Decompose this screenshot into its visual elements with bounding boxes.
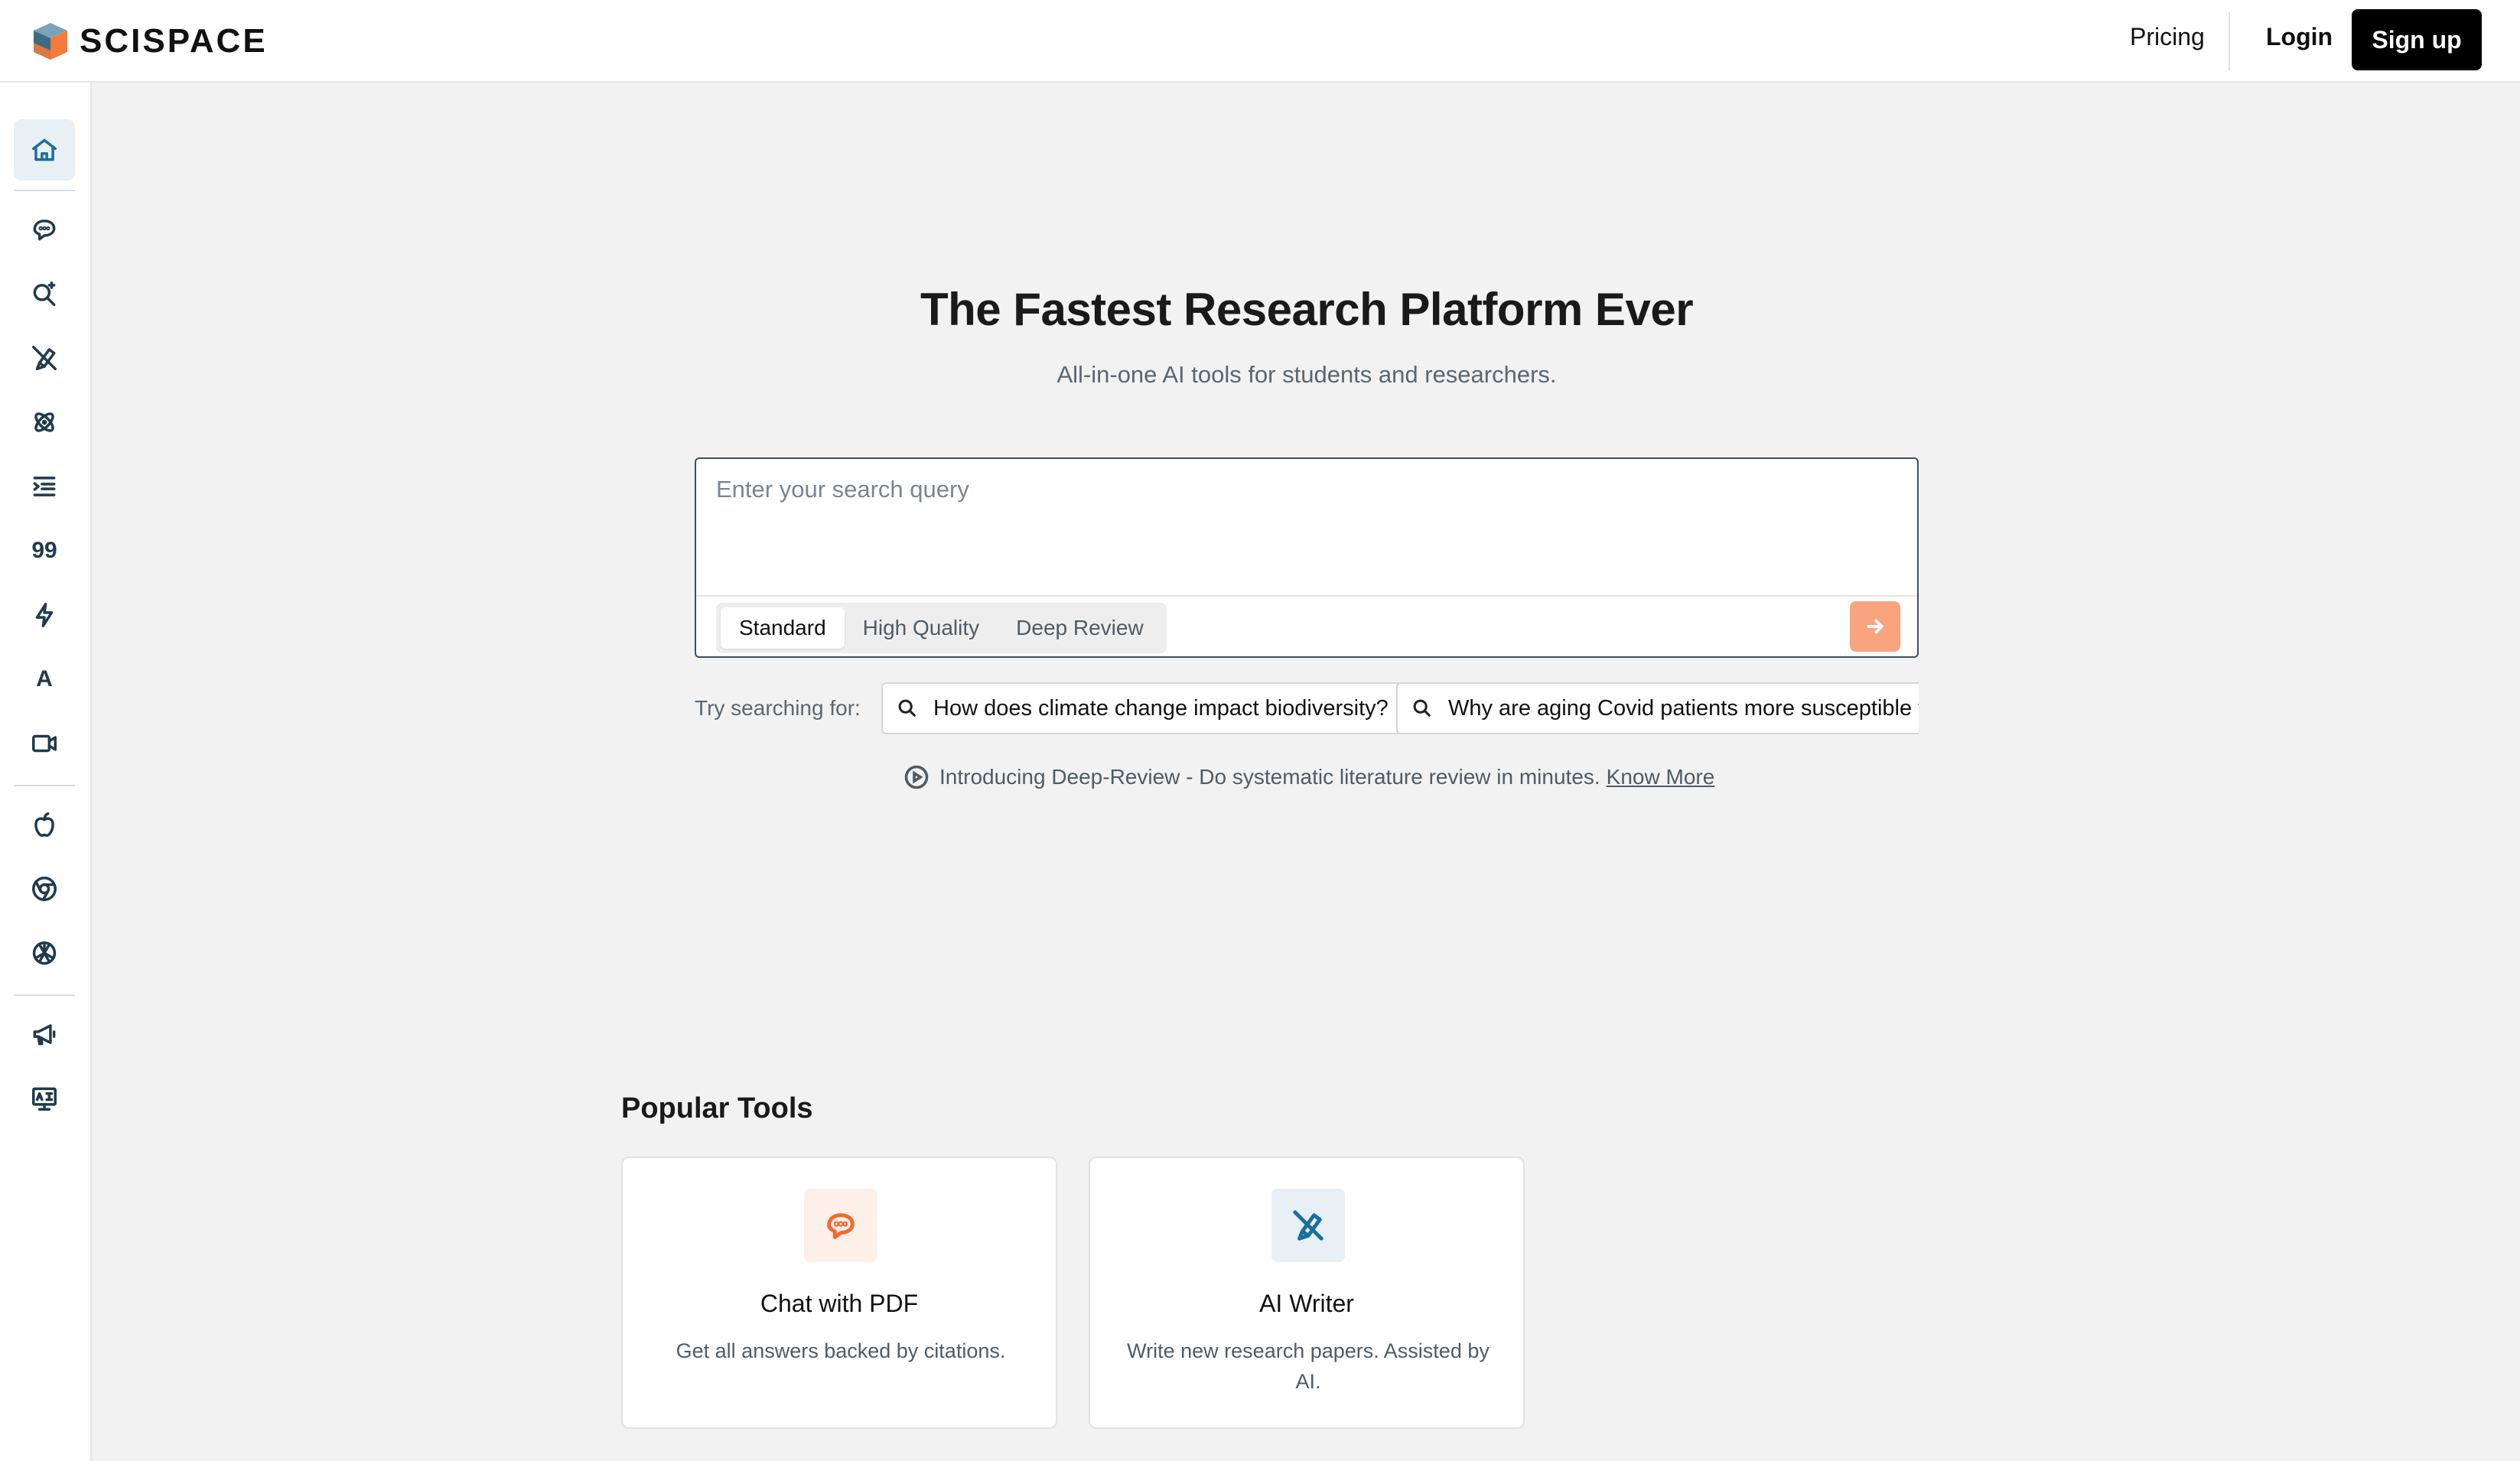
bolt-icon: [35, 603, 54, 627]
tool-description: Get all answers backed by citations.: [676, 1339, 1006, 1362]
pen-icon: [1293, 1210, 1323, 1241]
try-searching-label: Try searching for:: [695, 696, 861, 720]
sidebar-item-ios-app[interactable]: [14, 794, 75, 855]
chrome-icon: [32, 877, 57, 901]
top-navigation-bar: SCISPACE Pricing Login Sign up: [0, 0, 2520, 83]
pricing-link[interactable]: Pricing: [2130, 23, 2205, 51]
sidebar-divider: [14, 190, 75, 191]
page-subtitle: All-in-one AI tools for students and res…: [1057, 361, 1557, 388]
megaphone-icon: [33, 1024, 56, 1046]
tool-card-ai-writer[interactable]: AI Writer Write new research papers. Ass…: [1089, 1157, 1525, 1429]
mode-deep-review-button[interactable]: Deep Review: [998, 607, 1162, 649]
sidebar-item-research[interactable]: [14, 392, 75, 453]
sidebar-item-announcements[interactable]: [14, 1004, 75, 1065]
list-indent-icon: [33, 477, 56, 496]
sidebar-divider: [14, 785, 75, 786]
quote-icon: 99: [31, 538, 57, 563]
sidebar-item-quick[interactable]: [14, 584, 75, 646]
deep-review-announcement: Introducing Deep-Review - Do systematic …: [903, 762, 1714, 792]
sidebar-item-outline[interactable]: [14, 456, 75, 517]
tool-card-chat-with-pdf[interactable]: Chat with PDF Get all answers backed by …: [621, 1157, 1057, 1429]
search-input[interactable]: [715, 474, 1896, 569]
arrow-right-icon: [1867, 619, 1883, 634]
suggestion-text: How does climate change impact biodivers…: [933, 695, 1389, 721]
presentation-icon: [32, 1087, 57, 1111]
know-more-link[interactable]: Know More: [1607, 765, 1715, 789]
sidebar-item-citation[interactable]: 99: [14, 520, 75, 581]
sidebar-item-ai-detector[interactable]: A: [14, 649, 75, 710]
tool-icon-container: [804, 1189, 877, 1262]
video-icon: [32, 734, 57, 753]
search-mode-toggle: Standard High Quality Deep Review: [716, 603, 1167, 653]
tool-description: Write new research papers. Assisted by A…: [1127, 1339, 1490, 1393]
search-box: Standard High Quality Deep Review: [695, 457, 1919, 658]
suggestion-chip[interactable]: Why are aging Covid patients more suscep…: [1396, 682, 1919, 734]
atom-icon: [34, 412, 54, 432]
sidebar-divider: [14, 994, 75, 996]
openai-icon: [32, 941, 57, 965]
scispace-logo-icon: [34, 23, 67, 60]
sidebar-item-home[interactable]: [14, 119, 75, 181]
chat-icon: [827, 1213, 855, 1239]
page-title: The Fastest Research Platform Ever: [920, 284, 1694, 335]
brand-name: SCISPACE: [80, 22, 268, 60]
tool-name: AI Writer: [1259, 1290, 1354, 1317]
sidebar-item-gpt[interactable]: [14, 922, 75, 984]
signup-button[interactable]: Sign up: [2352, 9, 2482, 70]
sidebar-item-presentation[interactable]: [14, 1068, 75, 1129]
tool-icon-container: [1271, 1189, 1345, 1262]
search-icon: [1413, 699, 1431, 717]
suggestion-list: How does climate change impact biodivers…: [881, 682, 1919, 736]
mode-standard-button[interactable]: Standard: [721, 607, 845, 649]
search-icon: [898, 699, 916, 717]
suggestion-text: Why are aging Covid patients more suscep…: [1448, 695, 1919, 721]
mode-high-quality-button[interactable]: High Quality: [845, 607, 998, 649]
search-divider: [696, 595, 1917, 597]
announcement-text: Introducing Deep-Review - Do systematic …: [939, 765, 1600, 789]
home-icon: [32, 138, 57, 161]
sidebar-item-chrome-extension[interactable]: [14, 858, 75, 919]
chat-icon: [33, 220, 56, 241]
sidebar-item-video[interactable]: [14, 713, 75, 774]
play-circle-icon: [904, 765, 929, 789]
apple-icon: [34, 812, 54, 837]
tool-name: Chat with PDF: [760, 1290, 919, 1317]
sidebar-item-chat[interactable]: [14, 199, 75, 260]
suggestion-chip[interactable]: How does climate change impact biodivers…: [881, 682, 1402, 734]
popular-tools-heading: Popular Tools: [621, 1092, 813, 1124]
scispace-logo[interactable]: SCISPACE: [31, 18, 268, 64]
login-link[interactable]: Login: [2266, 23, 2333, 51]
nav-divider: [2229, 12, 2230, 70]
search-submit-button[interactable]: [1850, 601, 1900, 652]
ai-detector-icon: A: [36, 666, 53, 691]
